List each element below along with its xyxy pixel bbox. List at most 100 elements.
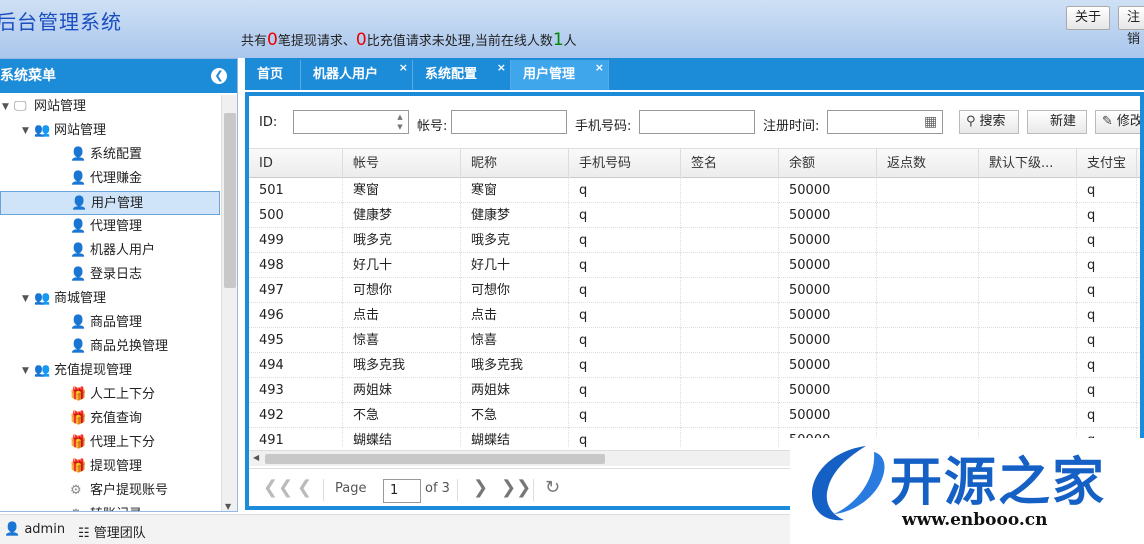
last-page-icon[interactable]: ❯❯ [501, 477, 531, 498]
table-cell: 哦多克 [343, 228, 461, 253]
sidebar-item-label: 商品管理 [90, 315, 143, 330]
sidebar-item[interactable]: 👤 登录日志 [0, 263, 220, 287]
table-cell: 好几十 [461, 253, 569, 278]
table-cell: 可想你 [461, 278, 569, 303]
table-row[interactable]: 494 哦多克我 哦多克我 q 50000 q [249, 353, 1140, 378]
close-icon[interactable]: × [497, 53, 506, 83]
tab-robot-users[interactable]: 机器人用户 × [301, 60, 413, 90]
sidebar-item[interactable]: 👤 代理管理 [0, 215, 220, 239]
pager-separator [457, 479, 458, 501]
sidebar-item[interactable]: 👤 代理赚金 [0, 167, 220, 191]
table-row[interactable]: 499 哦多克 哦多克 q 50000 q [249, 228, 1140, 253]
column-header[interactable]: 签名 [681, 149, 779, 178]
table-cell: q [1077, 328, 1137, 353]
table-row[interactable]: 496 点击 点击 q 50000 q [249, 303, 1140, 328]
about-button[interactable]: 关于 [1066, 6, 1111, 30]
sidebar-item[interactable]: 👤 用户管理 [0, 191, 220, 215]
column-header[interactable]: 手机号码 [569, 149, 681, 178]
refresh-icon[interactable]: ↻ [545, 477, 560, 498]
column-header[interactable]: 帐号 [343, 149, 461, 178]
close-icon[interactable]: × [595, 53, 604, 83]
table-cell [681, 178, 779, 203]
account-input[interactable] [451, 110, 567, 134]
footer-user[interactable]: 👤 admin [4, 522, 65, 537]
logout-button[interactable]: 注销 [1118, 6, 1144, 47]
tab-label: 用户管理 [523, 67, 576, 82]
table-cell [979, 178, 1077, 203]
watermark: 开源之家 www.enbooo.cn [790, 438, 1144, 544]
spinner-arrows-icon[interactable]: ▲ ▼ [392, 111, 408, 133]
table-cell [681, 378, 779, 403]
page-label: Page [335, 481, 367, 496]
expand-toggle-icon[interactable]: ▼ [22, 359, 32, 383]
users-icon: 👥 [34, 123, 51, 138]
sidebar-item[interactable]: ⚙ 客户提现账号 [0, 479, 220, 503]
scroll-down-arrow-icon[interactable]: ▼ [225, 502, 231, 511]
sidebar-item[interactable]: ▼ 👥 充值提现管理 [0, 359, 220, 383]
sidebar-item[interactable]: 👤 商品兑换管理 [0, 335, 220, 359]
table-cell: 惊喜 [343, 328, 461, 353]
table-row[interactable]: 492 不急 不急 q 50000 q [249, 403, 1140, 428]
expand-toggle-icon[interactable]: ▼ [22, 119, 32, 143]
sidebar-item[interactable]: 🎁 代理上下分 [0, 431, 220, 455]
column-header[interactable]: 默认下级... [979, 149, 1077, 178]
first-page-icon[interactable]: ❮❮ [263, 477, 293, 498]
table-cell [979, 278, 1077, 303]
table-cell: q [569, 403, 681, 428]
column-header[interactable]: 余额 [779, 149, 877, 178]
new-button[interactable]: 新建 [1027, 110, 1087, 134]
table-row[interactable]: 500 健康梦 健康梦 q 50000 q [249, 203, 1140, 228]
table-cell: 两姐妹 [343, 378, 461, 403]
sidebar-item[interactable]: 👤 商品管理 [0, 311, 220, 335]
scrollbar-thumb[interactable] [265, 454, 605, 464]
id-spinner-input[interactable]: ▲ ▼ [293, 110, 409, 134]
tab-system-config[interactable]: 系统配置 × [413, 60, 511, 90]
table-row[interactable]: 497 可想你 可想你 q 50000 q [249, 278, 1140, 303]
table-cell: 50000 [779, 303, 877, 328]
sidebar-item[interactable]: 🎁 人工上下分 [0, 383, 220, 407]
table-row[interactable]: 501 寒窗 寒窗 q 50000 q [249, 178, 1140, 203]
column-header[interactable]: 支付宝 [1077, 149, 1137, 178]
table-row[interactable]: 493 两姐妹 两姐妹 q 50000 q [249, 378, 1140, 403]
sidebar-item-label: 转账记录 [90, 503, 142, 511]
column-header[interactable]: ID [249, 149, 343, 178]
sidebar-item-label: 商品兑换管理 [90, 339, 169, 354]
column-header[interactable]: 返点数 [877, 149, 979, 178]
table-cell [979, 253, 1077, 278]
sidebar-item[interactable]: ⚙ 转账记录 [0, 503, 220, 511]
prev-page-icon[interactable]: ❮ [297, 477, 312, 498]
account-label: 帐号: [417, 119, 448, 134]
tab-user-management[interactable]: 用户管理 × [511, 60, 609, 90]
close-icon[interactable]: × [399, 53, 408, 83]
sidebar-item[interactable]: ▼ 👥 商城管理 [0, 287, 220, 311]
table-row[interactable]: 495 惊喜 惊喜 q 50000 q [249, 328, 1140, 353]
sidebar-item[interactable]: 🎁 充值查询 [0, 407, 220, 431]
sidebar-item[interactable]: ▼ 👥 网站管理 [0, 119, 220, 143]
expand-toggle-icon[interactable]: ▼ [2, 95, 12, 119]
expand-toggle-icon[interactable]: ▼ [22, 287, 32, 311]
sidebar-item[interactable]: 👤 机器人用户 [0, 239, 220, 263]
tab-home[interactable]: 首页 [245, 60, 301, 90]
table-cell: 498 [249, 253, 343, 278]
next-page-icon[interactable]: ❯ [473, 477, 488, 498]
username: admin [24, 522, 66, 537]
page-number-input[interactable]: 1 [383, 479, 421, 503]
phone-input[interactable] [639, 110, 755, 134]
table-cell: 493 [249, 378, 343, 403]
search-button[interactable]: ⚲ 搜索 [959, 110, 1019, 134]
table-cell: 496 [249, 303, 343, 328]
table-cell [877, 378, 979, 403]
footer-team[interactable]: ☷ 管理团队 [78, 522, 146, 541]
sidebar-scrollbar[interactable]: ▼ [221, 95, 237, 511]
sidebar-item[interactable]: ▼ 🖵 网站管理 [0, 95, 220, 119]
sidebar-item[interactable]: 🎁 提现管理 [0, 455, 220, 479]
column-header[interactable]: 昵称 [461, 149, 569, 178]
calendar-icon[interactable]: ▦ [924, 114, 940, 130]
regtime-date-input[interactable]: ▦ [827, 110, 943, 134]
scrollbar-thumb[interactable] [224, 113, 236, 288]
scroll-left-arrow-icon[interactable]: ◀ [253, 453, 259, 462]
table-row[interactable]: 498 好几十 好几十 q 50000 q [249, 253, 1140, 278]
chevron-left-circle-icon[interactable]: ❮ [211, 68, 227, 84]
sidebar-item[interactable]: 👤 系统配置 [0, 143, 220, 167]
edit-button[interactable]: ✎ 修改 [1095, 110, 1140, 134]
